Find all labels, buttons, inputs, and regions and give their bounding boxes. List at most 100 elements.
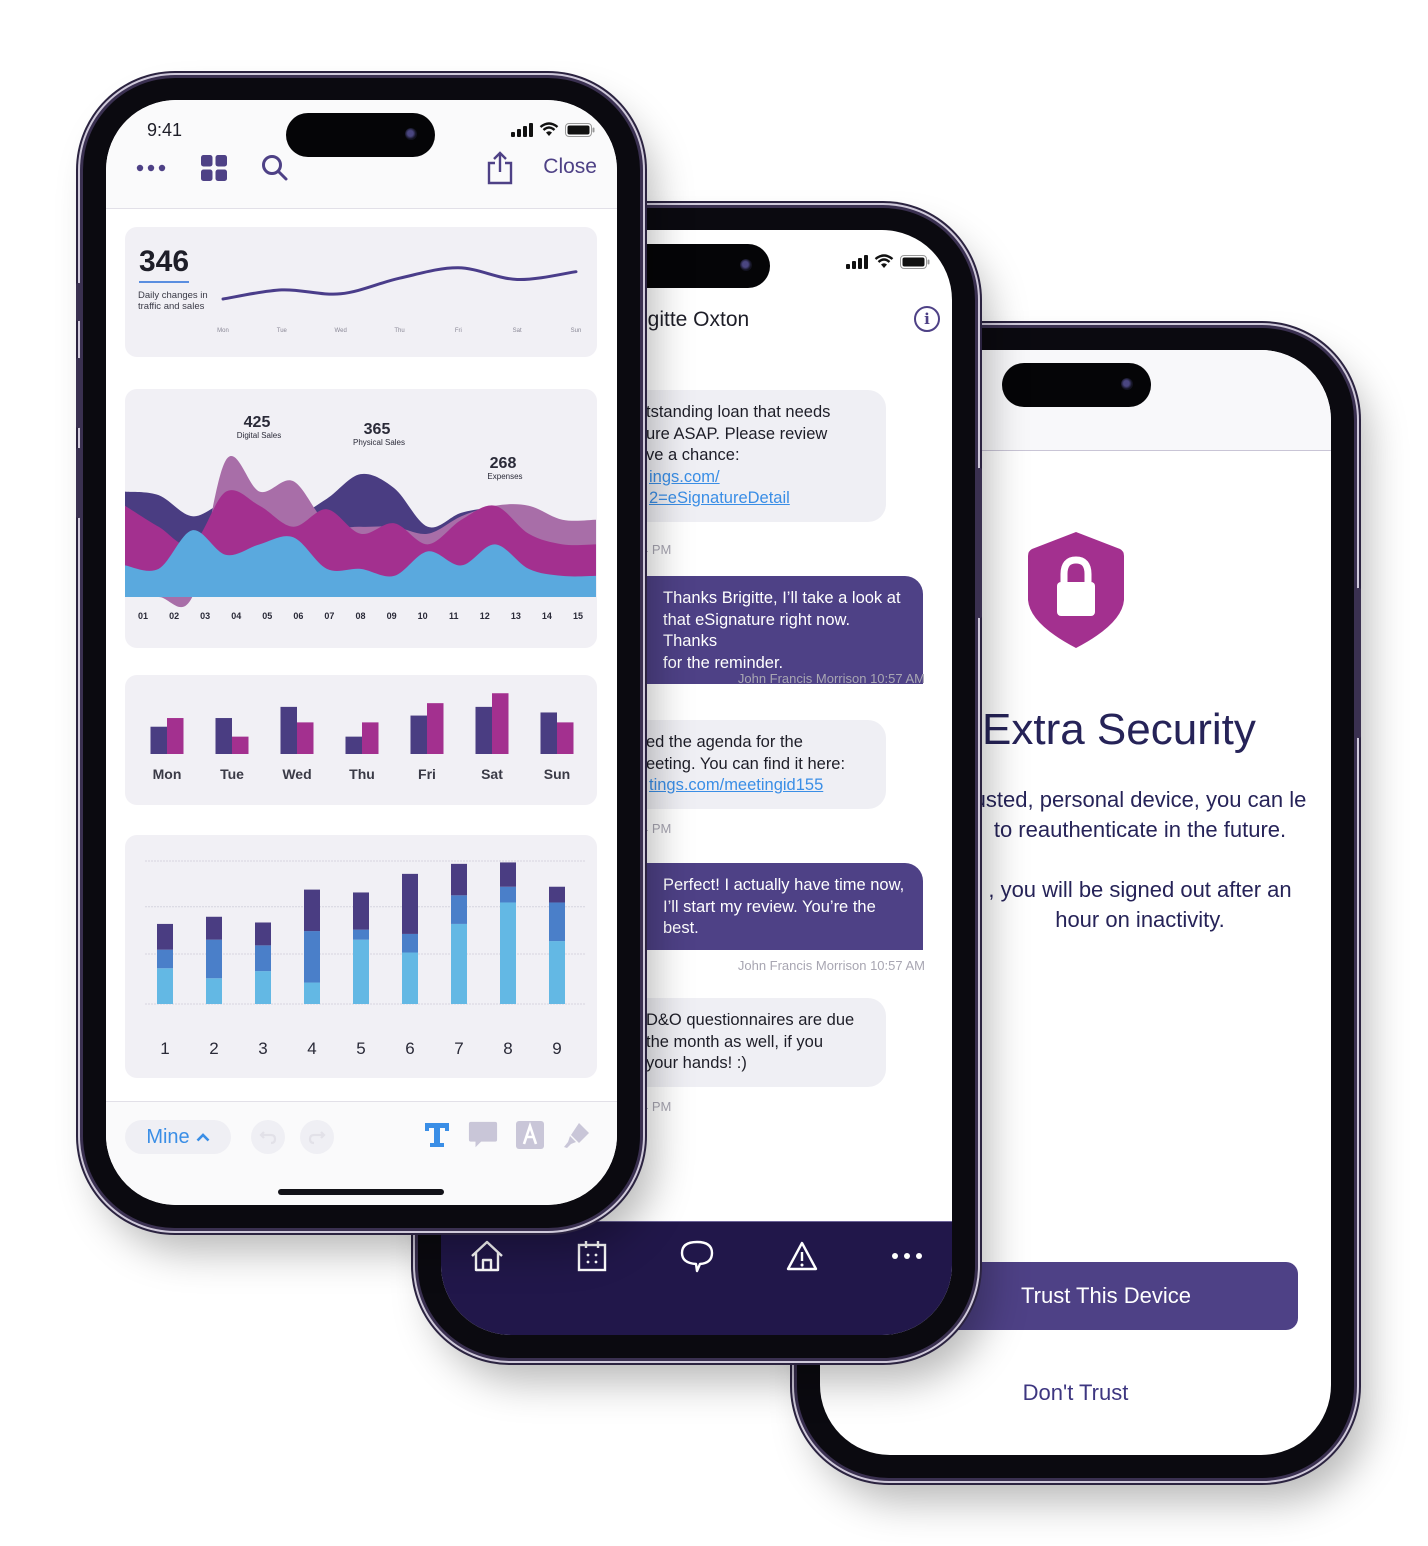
tab-calendar[interactable]	[572, 1236, 612, 1276]
stacked-bar-chart: 1 2 3 4 5 6 7 8 9	[145, 860, 585, 1058]
stacked-bar-segment	[402, 873, 418, 934]
message-link[interactable]: ings.com/	[649, 468, 720, 486]
bar	[280, 706, 297, 754]
bottom-tab-bar	[441, 1221, 952, 1335]
redo-button[interactable]	[300, 1120, 334, 1154]
message-text: ure ASAP. Please review	[646, 424, 828, 443]
x-tick-label: 07	[324, 611, 334, 621]
security-timeout-note: , you will be signed out after an hour o…	[988, 877, 1292, 932]
stacked-bar-segment	[402, 933, 418, 953]
stacked-bar-segment	[402, 952, 418, 1004]
stacked-bar-segment	[500, 862, 516, 887]
message-text: Thanks Brigitte, I’ll take a look at	[663, 589, 901, 607]
mine-filter-button[interactable]: Mine	[125, 1120, 231, 1154]
close-button[interactable]: Close	[543, 155, 597, 179]
x-tick-label: Sun	[544, 766, 570, 782]
line-series	[221, 266, 578, 301]
x-tick-label: 9	[552, 1039, 561, 1058]
calendar-icon	[577, 1241, 607, 1272]
stacked-bar-segment	[353, 939, 369, 1004]
dashboard-screen: 9:41 Close 346 Daily changes in traffic …	[106, 100, 617, 1205]
home-indicator	[278, 1189, 444, 1195]
x-tick-label: 1	[160, 1039, 169, 1058]
tab-more[interactable]	[887, 1236, 927, 1276]
tab-messages[interactable]	[677, 1236, 717, 1276]
volume-down-button	[76, 448, 81, 518]
tab-alerts[interactable]	[782, 1236, 822, 1276]
search-button[interactable]	[261, 150, 289, 186]
x-tick-label: 01	[138, 611, 148, 621]
x-tick-label: 13	[511, 611, 521, 621]
stacked-bar-segment	[157, 949, 173, 969]
x-tick-label: Sat	[481, 766, 503, 782]
highlighter-tool[interactable]	[562, 1120, 592, 1150]
grid-button[interactable]	[201, 150, 227, 186]
annotation-value: 268	[490, 455, 517, 472]
area-chart-card: 01 02 03 04 05 06 07 08 09 10 11 12 13 14 15 425 Digital…	[125, 389, 597, 648]
message-link[interactable]: tings.com/meetingid155	[649, 776, 823, 794]
area-chart: 01 02 03 04 05 06 07 08 09 10 11 12 13 14 15 425Digital…	[125, 414, 596, 621]
x-tick-label: 11	[449, 611, 459, 621]
stacked-bar-segment	[451, 923, 467, 1004]
x-tick-label: Thu	[394, 328, 404, 334]
x-tick-label: Tue	[277, 328, 288, 334]
message-sender-time: John Francis Morrison 10:57 AM	[737, 958, 925, 973]
x-tick-label: 8	[503, 1039, 512, 1058]
more-horizontal-icon	[136, 164, 166, 172]
message-link[interactable]: 2=eSignatureDetail	[649, 489, 790, 507]
bar	[410, 715, 427, 754]
shield-lock-icon	[1028, 532, 1124, 648]
x-tick-label: Fri	[455, 328, 462, 334]
bar	[427, 703, 444, 754]
grid-icon	[201, 155, 227, 181]
comment-tool[interactable]	[468, 1120, 498, 1150]
warning-icon	[786, 1241, 818, 1271]
search-icon	[262, 155, 288, 181]
text-box-tool[interactable]	[515, 1120, 545, 1150]
stacked-bar-segment	[206, 978, 222, 1004]
x-tick-label: Sat	[513, 328, 522, 334]
x-tick-label: Mon	[217, 328, 229, 334]
dynamic-island	[621, 244, 770, 288]
bar	[475, 706, 492, 754]
power-button	[977, 468, 982, 618]
x-tick-label: Wed	[282, 766, 311, 782]
message-text: that eSignature right now. Thanks	[663, 610, 851, 651]
dont-trust-button[interactable]: Don't Trust	[820, 1380, 1331, 1406]
stacked-bar-segment	[549, 941, 565, 1004]
message-text: the month as well, if you	[646, 1032, 824, 1051]
stacked-bar-segment	[255, 945, 271, 972]
text-box-icon	[516, 1121, 544, 1149]
redo-icon	[308, 1130, 326, 1144]
info-icon[interactable]: i	[914, 306, 940, 332]
more-button[interactable]	[136, 150, 166, 186]
x-tick-label: 15	[573, 611, 583, 621]
tab-home[interactable]	[467, 1236, 507, 1276]
mine-filter-label: Mine	[146, 1125, 190, 1148]
text-tool[interactable]	[422, 1120, 452, 1150]
wifi-icon	[874, 254, 894, 268]
message-text: ed the agenda for the	[646, 733, 803, 751]
battery-icon	[900, 254, 930, 269]
stacked-bar-chart-card: 1 2 3 4 5 6 7 8 9	[125, 835, 597, 1078]
camera-icon	[405, 128, 417, 140]
x-tick-label: 6	[405, 1039, 414, 1058]
stacked-bar-segment	[255, 971, 271, 1004]
share-button[interactable]	[486, 150, 514, 186]
undo-icon	[259, 1130, 277, 1144]
grouped-bar-chart-card: Mon Tue Wed Thu Fri Sat Sun	[125, 675, 597, 805]
action-button	[76, 283, 81, 321]
text-tool-icon	[425, 1123, 449, 1147]
x-tick-label: 06	[293, 611, 303, 621]
wifi-icon	[539, 122, 559, 136]
x-tick-label: 7	[454, 1039, 463, 1058]
chat-title: rigitte Oxton	[636, 308, 750, 331]
x-tick-label: 09	[387, 611, 397, 621]
undo-button[interactable]	[251, 1120, 285, 1154]
stacked-bar-segment	[500, 902, 516, 1004]
bar	[150, 726, 167, 754]
message-time: 4 PM	[641, 821, 672, 836]
stacked-bar-segment	[353, 892, 369, 930]
chevron-up-icon	[196, 1132, 210, 1141]
message-text: Perfect! I actually have time now,	[663, 876, 905, 894]
